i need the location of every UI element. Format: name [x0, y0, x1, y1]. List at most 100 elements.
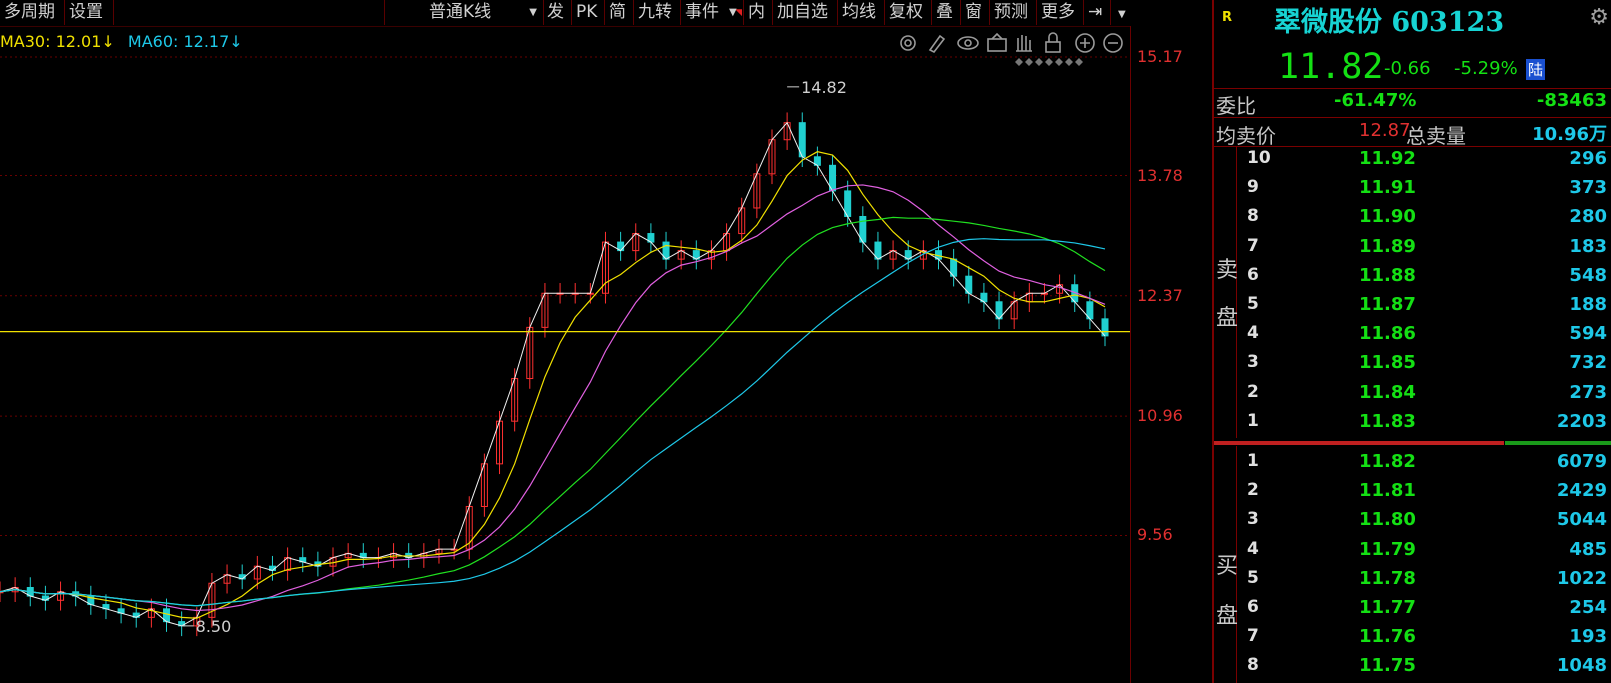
- kline-type-select[interactable]: 普通K线 ▼: [384, 0, 544, 25]
- sell-vol: 183: [1569, 235, 1607, 257]
- buy-row[interactable]: 5 11.78 1022: [1214, 568, 1611, 596]
- settings-button[interactable]: 设置: [65, 0, 114, 25]
- buy-level: 7: [1247, 626, 1259, 647]
- window-button[interactable]: 窗: [961, 0, 990, 25]
- ma-line: [0, 151, 1106, 619]
- gear-icon[interactable]: ⚙: [1589, 5, 1609, 30]
- simple-button[interactable]: 简: [605, 0, 634, 25]
- buy-row[interactable]: 2 11.81 2429: [1214, 480, 1611, 508]
- sell-level: 8: [1247, 206, 1259, 227]
- buy-vol: 2429: [1556, 480, 1607, 502]
- sell-vol: 273: [1569, 381, 1607, 403]
- chart-toolbar: 多周期 设置 普通K线 ▼ 发 PK 简 九转 事件 ◥ ▼ 内 加自选 均线 …: [0, 0, 1130, 27]
- sell-row[interactable]: 3 11.85 732: [1214, 352, 1611, 380]
- price-axis-label: 15.17: [1137, 47, 1183, 66]
- sell-price: 11.91: [1359, 177, 1416, 199]
- buy-row[interactable]: 7 11.76 193: [1214, 626, 1611, 654]
- market-tag: 陆: [1526, 59, 1546, 80]
- price-axis-label: 13.78: [1137, 165, 1183, 185]
- sell-level: 7: [1247, 235, 1259, 256]
- sell-level: 9: [1247, 177, 1259, 198]
- sell-row[interactable]: 6 11.88 548: [1214, 265, 1611, 293]
- sell-level: 4: [1247, 323, 1259, 344]
- quote-panel: R 翠微股份 603123 ⚙ 11.82 -0.66 -5.29% 陆 委比 …: [1212, 0, 1611, 683]
- buy-vol: 1048: [1556, 655, 1607, 677]
- fa-button[interactable]: 发: [543, 0, 572, 25]
- low-marker: 8.50: [196, 617, 232, 636]
- events-label: 事件: [685, 2, 719, 22]
- sell-price: 11.83: [1359, 410, 1416, 432]
- chart-divider: [1130, 26, 1131, 683]
- buy-pressure-bar: [1505, 441, 1611, 445]
- avg-sell-price: 12.87: [1359, 120, 1411, 141]
- weibi-pct: -61.47%: [1334, 90, 1417, 111]
- ma-line: [0, 184, 1106, 612]
- buy-row[interactable]: 4 11.79 485: [1214, 539, 1611, 567]
- chevron-down-icon: ▼: [729, 7, 737, 18]
- high-marker: 14.82: [801, 78, 847, 97]
- ma-button[interactable]: 均线: [838, 0, 885, 25]
- forecast-button[interactable]: 预测: [990, 0, 1037, 25]
- nine-turn-button[interactable]: 九转: [634, 0, 681, 25]
- sell-price: 11.88: [1359, 264, 1416, 286]
- buy-price: 11.76: [1359, 626, 1416, 648]
- price-axis-label: 9.56: [1137, 525, 1173, 545]
- sell-vol: 373: [1569, 177, 1607, 199]
- sell-pressure-bar: [1214, 441, 1504, 445]
- chevron-down-icon: ▼: [1118, 9, 1126, 20]
- price-change: -0.66: [1384, 58, 1431, 79]
- sell-level: 10: [1247, 148, 1271, 168]
- buy-vol: 6079: [1556, 451, 1607, 472]
- kline-chart[interactable]: 14.82 8.50: [0, 26, 1130, 683]
- buy-price: 11.82: [1359, 451, 1416, 472]
- buy-price: 11.77: [1359, 597, 1416, 618]
- sell-row[interactable]: 8 11.90 280: [1214, 206, 1611, 234]
- total-sell-label: 总卖量: [1406, 124, 1466, 148]
- inner-button[interactable]: ▼ 内: [729, 0, 773, 25]
- sell-price: 11.92: [1359, 148, 1416, 169]
- sell-row[interactable]: 9 11.91 373: [1214, 177, 1611, 205]
- buy-level: 3: [1247, 509, 1259, 530]
- total-sell-vol: 10.96万: [1532, 124, 1607, 145]
- price-line: [0, 121, 1106, 627]
- buy-price: 11.80: [1359, 509, 1416, 531]
- inner-label: 内: [748, 2, 765, 22]
- sell-row[interactable]: 10 11.92 296: [1214, 148, 1611, 176]
- sell-price: 11.86: [1359, 323, 1416, 345]
- buy-price: 11.79: [1359, 538, 1416, 560]
- buy-price: 11.75: [1359, 655, 1416, 677]
- buy-row[interactable]: 1 11.82 6079: [1214, 451, 1611, 479]
- sell-vol: 594: [1569, 323, 1607, 345]
- kline-type-label: 普通K线: [429, 2, 492, 22]
- buy-price: 11.81: [1359, 480, 1416, 502]
- price-change-pct: -5.29%: [1454, 58, 1518, 79]
- overlay-button[interactable]: 叠: [932, 0, 961, 25]
- buy-row[interactable]: 8 11.75 1048: [1214, 655, 1611, 683]
- buy-level: 1: [1247, 451, 1259, 471]
- sell-row[interactable]: 7 11.89 183: [1214, 236, 1611, 264]
- buy-vol: 1022: [1556, 567, 1607, 589]
- sell-vol: 296: [1569, 148, 1607, 169]
- adjust-button[interactable]: 复权: [885, 0, 932, 25]
- sell-row[interactable]: 5 11.87 188: [1214, 294, 1611, 322]
- buy-level: 2: [1247, 480, 1259, 501]
- multi-period-button[interactable]: 多周期: [0, 0, 65, 25]
- pk-button[interactable]: PK: [572, 0, 605, 25]
- sell-level: 1: [1247, 410, 1259, 431]
- buy-row[interactable]: 3 11.80 5044: [1214, 509, 1611, 537]
- sell-row[interactable]: 4 11.86 594: [1214, 323, 1611, 351]
- toolbar-dropdown-button[interactable]: ▼: [1111, 0, 1129, 25]
- buy-level: 5: [1247, 567, 1259, 588]
- avg-sell-row: 均卖价 12.87 总卖量 10.96万: [1214, 120, 1611, 148]
- sell-row[interactable]: 2 11.84 273: [1214, 382, 1611, 410]
- add-watchlist-button[interactable]: 加自选: [773, 0, 838, 25]
- divider: [1214, 117, 1611, 118]
- more-button[interactable]: 更多: [1037, 0, 1084, 25]
- sell-price: 11.85: [1359, 352, 1416, 374]
- sell-level: 2: [1247, 381, 1259, 402]
- collapse-panel-button[interactable]: ⇥: [1084, 0, 1111, 25]
- buy-row[interactable]: 6 11.77 254: [1214, 597, 1611, 625]
- sell-vol: 280: [1569, 206, 1607, 228]
- sell-row[interactable]: 1 11.83 2203: [1214, 411, 1611, 439]
- price-axis-label: 12.37: [1137, 285, 1183, 305]
